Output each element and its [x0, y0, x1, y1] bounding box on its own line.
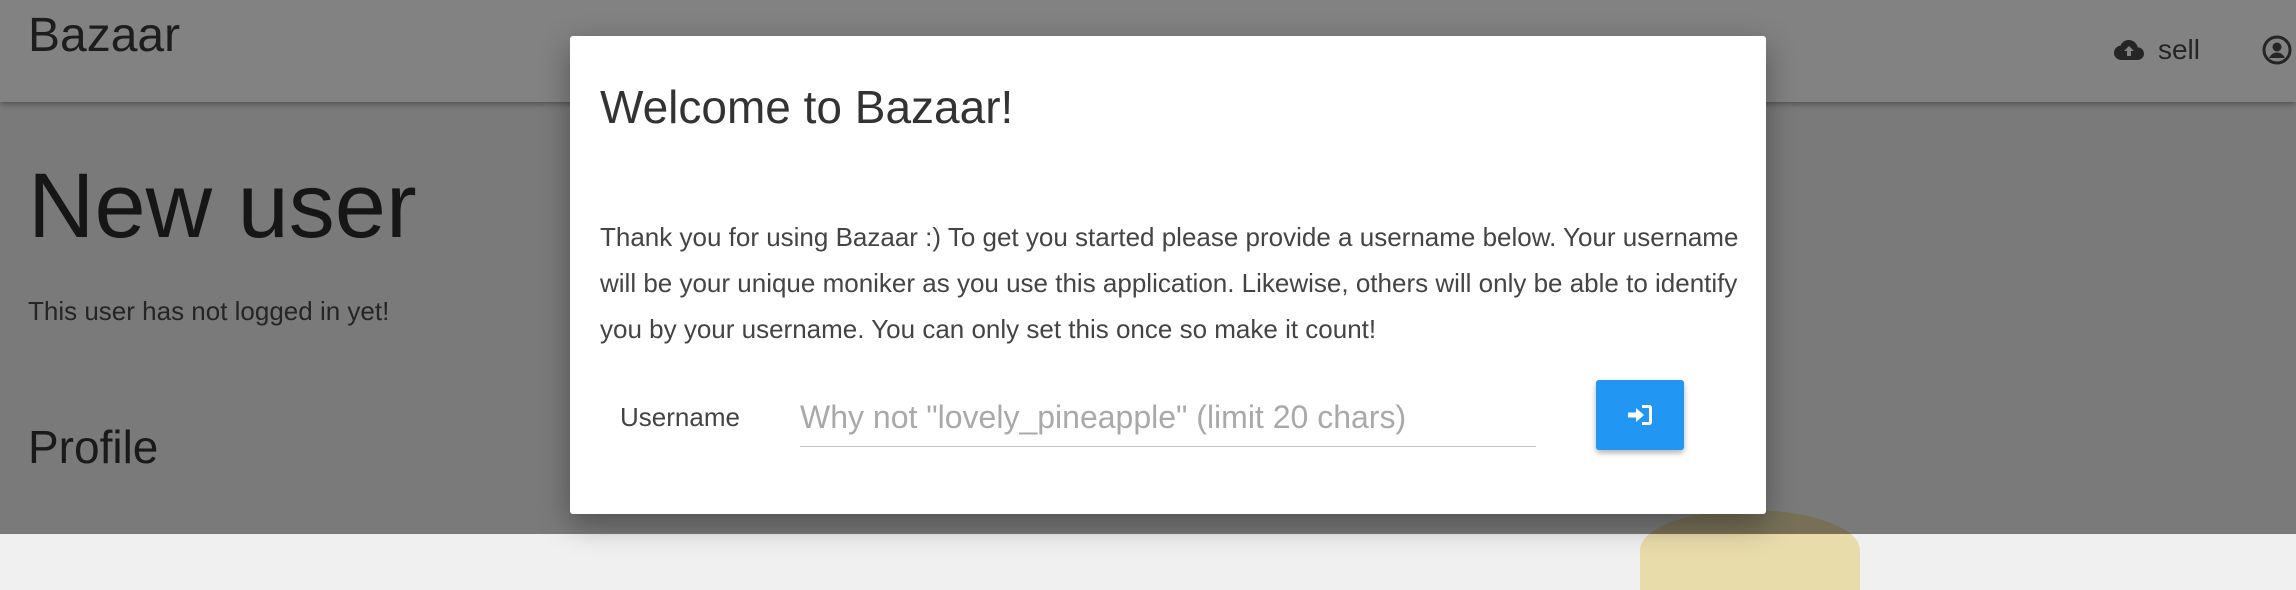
- welcome-modal: Welcome to Bazaar! Thank you for using B…: [570, 36, 1766, 514]
- username-label: Username: [620, 402, 740, 432]
- sign-in-icon: [1627, 404, 1653, 426]
- submit-username-button[interactable]: [1596, 380, 1684, 450]
- username-input[interactable]: [800, 388, 1536, 447]
- modal-title: Welcome to Bazaar!: [600, 81, 1014, 133]
- modal-body-text: Thank you for using Bazaar :) To get you…: [600, 222, 1739, 344]
